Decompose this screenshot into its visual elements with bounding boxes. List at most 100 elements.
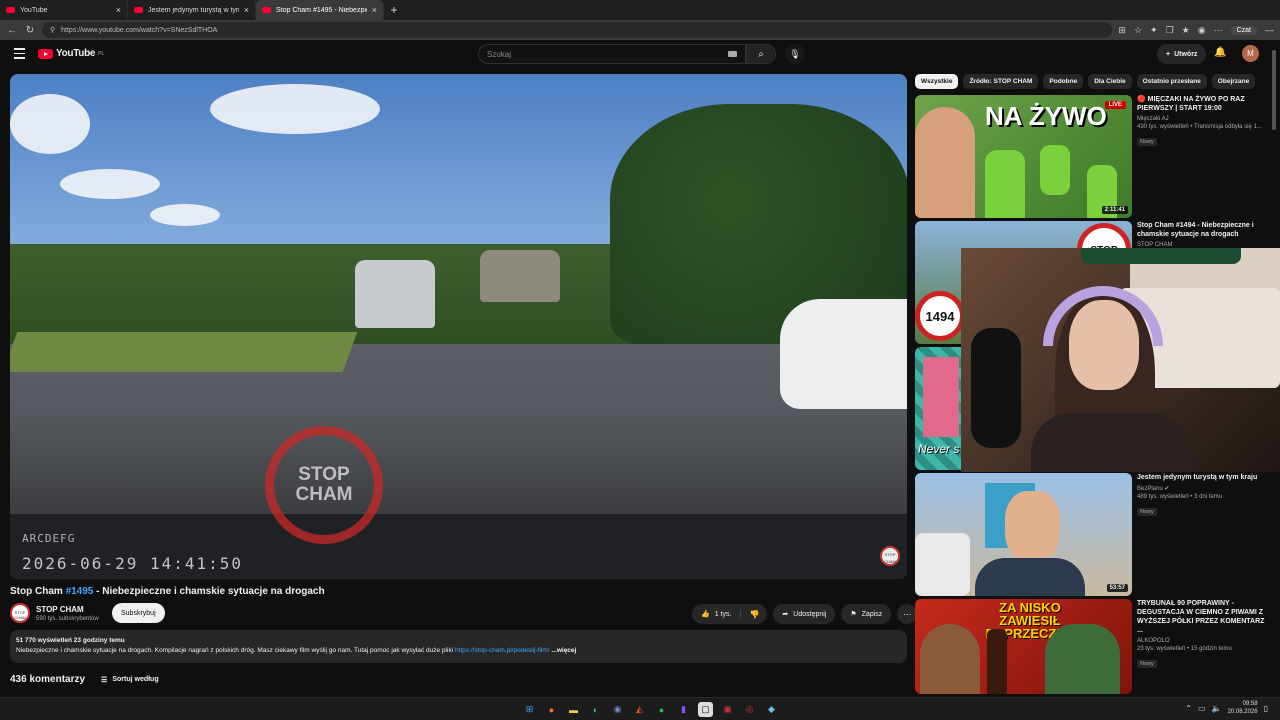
profile-icon[interactable]: ◉ [1198,25,1206,36]
network-icon[interactable]: ▭ [1198,704,1206,713]
video-thumbnail[interactable]: ZA NISKO ZAWIESIŁ POPRZECZKĘ [915,599,1132,694]
minimize-panel-icon[interactable]: — [1265,25,1274,35]
close-tab-icon[interactable]: × [372,5,377,15]
copilot-chat-button[interactable]: Czat [1230,25,1257,35]
recommended-video[interactable]: ZA NISKO ZAWIESIŁ POPRZECZKĘ TRYBUNAŁ 90… [915,599,1270,694]
new-badge: Nowy [1137,508,1157,516]
menu-dots-icon[interactable]: ⋯ [1214,25,1223,36]
hamburger-menu-icon[interactable] [14,48,25,62]
app-icon[interactable]: ▣ [720,702,735,717]
thumbnail-face [1005,491,1060,561]
recommended-video[interactable]: NA ŻYWO LIVE 2:11:41 🔴 MIĘCZAKI NA ŻYWO … [915,95,1270,218]
chip-for-you[interactable]: Dla Ciebie [1088,74,1132,89]
thumbnail-person [1040,145,1070,195]
video-frame-car [780,299,907,409]
page-scrollbar[interactable] [1272,42,1278,697]
browser-tab-stopcham[interactable]: Stop Cham #1495 - Niebezpieczne × [256,0,384,20]
close-tab-icon[interactable]: × [116,5,121,15]
search-button[interactable]: ⌕ [746,44,776,64]
video-title: Stop Cham #1495 - Niebezpieczne i chamsk… [10,586,325,597]
keyboard-icon[interactable] [728,51,737,57]
channel-name[interactable]: STOP CHAM [36,605,99,614]
thumbnail-number: 1494 [915,291,965,341]
favorite-star-icon[interactable]: ☆ [1134,25,1142,36]
recommended-meta: 489 tys. wyświetleń • 3 dni temu [1137,494,1223,500]
video-player[interactable]: STOP CHAM ARCDEFG 2026-06-29 14:41:50 ST… [10,74,907,579]
recommended-title[interactable]: Jestem jedynym turystą w tym kraju [1137,473,1267,482]
favorites-icon[interactable]: ★ [1182,25,1190,36]
recommended-channel[interactable]: Mięczaki AJ [1137,116,1267,122]
title-hashtag-link[interactable]: #1495 [66,586,94,597]
steam-icon[interactable]: ◆ [764,702,779,717]
install-app-icon[interactable]: ⊞ [1118,25,1126,36]
new-tab-button[interactable]: + [384,0,404,20]
chip-watched[interactable]: Obejrzane [1211,74,1256,89]
webcam-neon-sign [1081,248,1241,264]
search-input[interactable]: Szukaj [478,44,746,64]
description-link[interactable]: https://stop-cham.pl/podeslij-film/ [455,647,550,654]
voice-search-button[interactable]: 🎙 [785,44,805,64]
description-box[interactable]: 51 770 wyświetleń 23 godziny temu Niebez… [10,630,907,663]
chip-all[interactable]: Wszystkie [915,74,959,89]
plus-icon: + [1166,50,1171,58]
notifications-bell-icon[interactable]: 🔔 [1214,47,1226,58]
url-field[interactable]: ⚲ https://www.youtube.com/watch?v=SNezSd… [42,22,1113,38]
app-icon[interactable]: ▢ [698,702,713,717]
save-button[interactable]: ⚑ Zapisz [841,604,892,624]
new-badge: Nowy [1137,660,1157,668]
browser-tab-youtube[interactable]: YouTube × [0,0,128,20]
video-thumbnail[interactable]: 53:57 [915,473,1132,596]
views-and-date: 51 770 wyświetleń 23 godziny temu [16,637,125,644]
chevron-up-icon[interactable]: ⌃ [1185,704,1192,713]
extensions-icon[interactable]: ✦ [1150,25,1158,36]
video-thumbnail[interactable]: NA ŻYWO LIVE 2:11:41 [915,95,1132,218]
app-icon[interactable]: ◭ [632,702,647,717]
channel-info[interactable]: STOP CHAM STOP CHAM 590 tys. subskrybent… [10,603,99,623]
thumbnail-person [1045,624,1120,694]
show-more-link[interactable]: ...więcej [550,647,576,654]
video-frame-cloud [60,169,160,199]
discord-icon[interactable]: ◉ [610,702,625,717]
recommended-channel[interactable]: ALKOPOLO [1137,638,1267,644]
collections-icon[interactable]: ❐ [1166,25,1174,36]
notification-icon[interactable]: ▯ [1264,704,1268,713]
scrollbar-thumb[interactable] [1272,50,1276,130]
channel-avatar[interactable]: STOP CHAM [10,603,30,623]
video-frame-cloud [210,84,380,134]
dislike-button[interactable]: 👎 [741,610,767,619]
site-info-icon[interactable]: ⚲ [50,26,55,34]
windows-start-icon[interactable]: ⊞ [522,702,537,717]
verified-icon: ✔ [1164,486,1170,492]
edge-icon[interactable]: ◐ [588,702,603,717]
chip-related[interactable]: Podobne [1043,74,1084,89]
recommended-video[interactable]: 53:57 Jestem jedynym turystą w tym kraju… [915,473,1270,596]
recommended-title[interactable]: TRYBUNAŁ 90 POPRAWINY - DEGUSTACJA W CIE… [1137,599,1267,635]
share-button[interactable]: ➦ Udostępnij [773,604,836,624]
browser-tab-bezplanu[interactable]: Jestem jedynym turystą w tym kra × [128,0,256,20]
channel-corner-logo: STOP CHAM [880,546,900,566]
refresh-icon[interactable]: ↻ [24,25,36,36]
tab-title: Stop Cham #1495 - Niebezpieczne [276,6,367,14]
firefox-icon[interactable]: ● [544,702,559,717]
sort-comments-button[interactable]: ☰ Sortuj według [101,676,159,684]
twitch-icon[interactable]: ▮ [676,702,691,717]
subscribe-button[interactable]: Subskrybuj [112,603,165,623]
search-placeholder: Szukaj [487,49,512,59]
recommended-channel[interactable]: BezPlanu ✔ [1137,485,1267,492]
chip-recently-uploaded[interactable]: Ostatnio przesłane [1136,74,1207,89]
volume-icon[interactable]: 🔈 [1212,704,1222,713]
thumbnail-person [915,107,975,218]
spotify-icon[interactable]: ● [654,702,669,717]
youtube-logo[interactable]: YouTube PL [38,48,104,59]
file-explorer-icon[interactable]: ▬ [566,702,581,717]
close-tab-icon[interactable]: × [244,5,249,15]
clock[interactable]: 09:58 20.08.2026 [1228,700,1258,716]
avatar[interactable]: M [1242,45,1259,62]
recommended-title[interactable]: 🔴 MIĘCZAKI NA ŻYWO PO RAZ PIERWSZY | STA… [1137,95,1267,113]
app-icon[interactable]: ◎ [742,702,757,717]
chip-from-channel[interactable]: Źródło: STOP CHAM [963,74,1039,89]
back-icon[interactable]: ← [6,25,18,36]
like-button[interactable]: 👍 1 tys. [692,610,742,618]
create-button[interactable]: + Utwórz [1157,44,1207,64]
recommended-title[interactable]: Stop Cham #1494 - Niebezpieczne i chamsk… [1137,221,1267,239]
